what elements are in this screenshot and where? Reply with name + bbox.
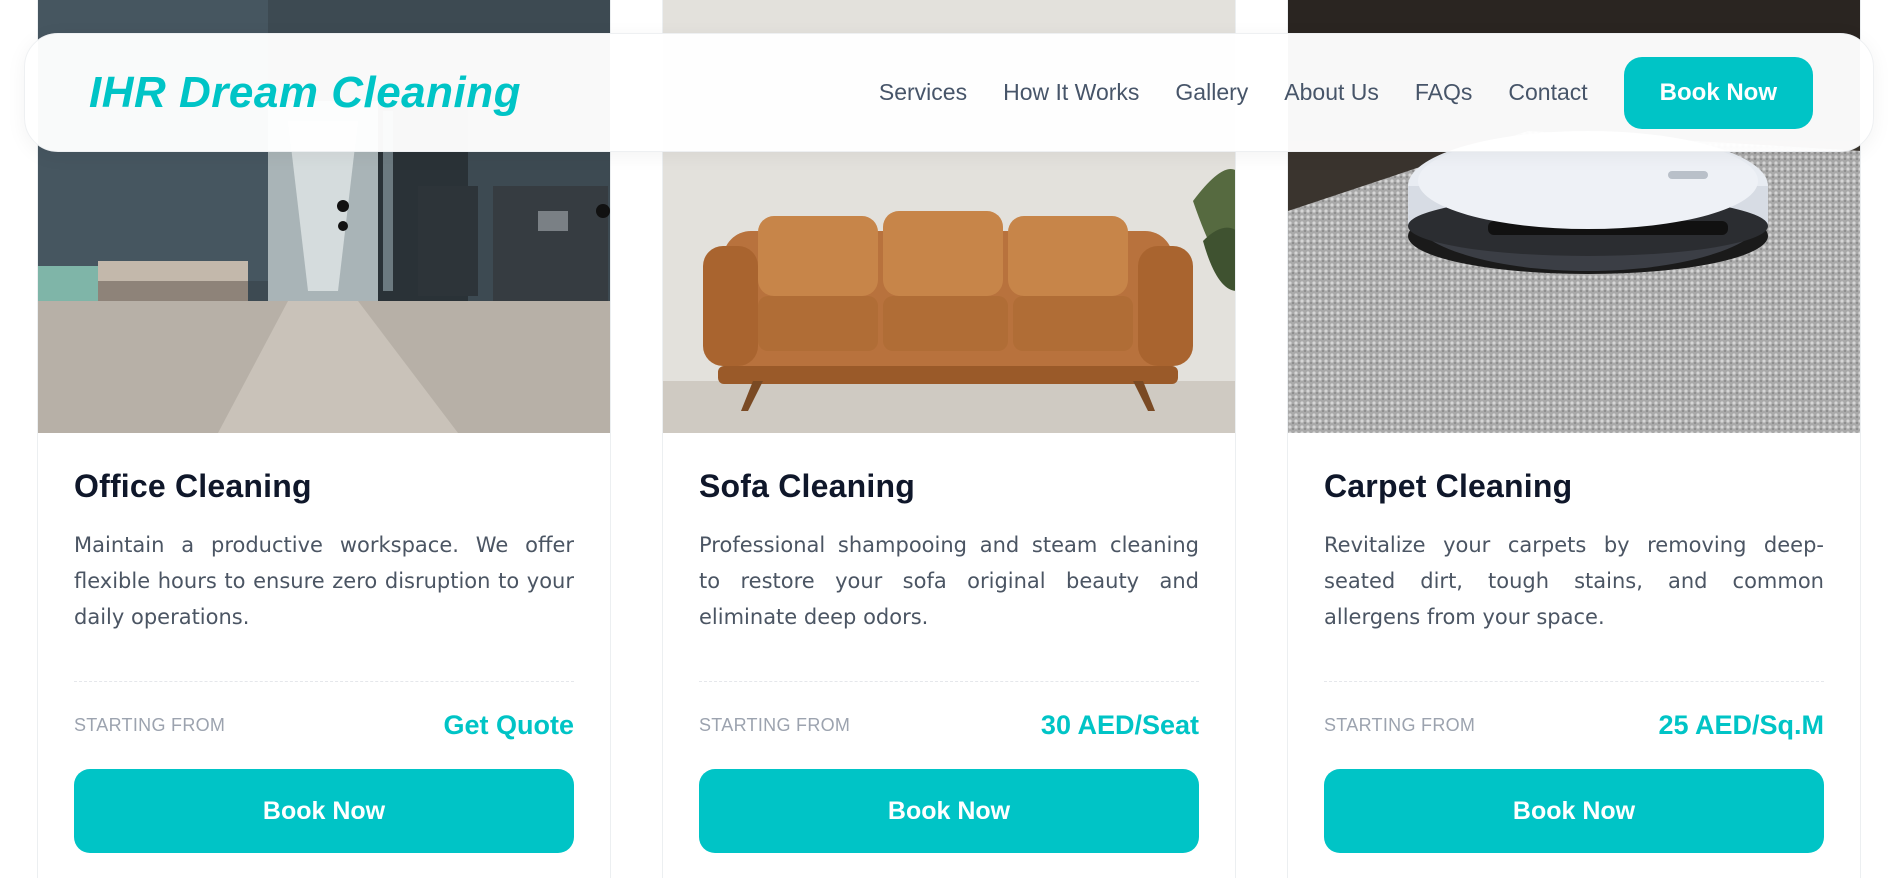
price-value: 30 AED/Seat xyxy=(1040,710,1199,740)
price-label: STARTING FROM xyxy=(74,715,226,735)
nav-link-faqs[interactable]: FAQs xyxy=(1415,79,1473,106)
price-label: STARTING FROM xyxy=(1324,715,1476,735)
price-row: STARTING FROM 30 AED/Seat xyxy=(699,710,1199,741)
divider xyxy=(74,681,574,682)
card-description: Professional shampooing and steam cleani… xyxy=(699,533,1199,629)
nav-link-contact[interactable]: Contact xyxy=(1508,79,1587,106)
header-book-now-button[interactable]: Book Now xyxy=(1623,56,1813,129)
book-now-button[interactable]: Book Now xyxy=(74,769,574,853)
price-row: STARTING FROM 25 AED/Sq.M xyxy=(1324,710,1824,741)
site-header: IHR Dream Cleaning Services How It Works… xyxy=(24,33,1874,152)
divider xyxy=(699,681,1199,682)
main-nav: Services How It Works Gallery About Us F… xyxy=(879,56,1813,129)
nav-link-how-it-works[interactable]: How It Works xyxy=(1003,79,1139,106)
book-now-button[interactable]: Book Now xyxy=(699,769,1199,853)
card-description: Maintain a productive workspace. We offe… xyxy=(74,533,574,629)
card-title: Carpet Cleaning xyxy=(1324,468,1573,504)
book-now-button[interactable]: Book Now xyxy=(1324,769,1824,853)
price-row: STARTING FROM Get Quote xyxy=(74,710,574,741)
divider xyxy=(1324,681,1824,682)
price-value: Get Quote xyxy=(443,710,574,740)
nav-link-about-us[interactable]: About Us xyxy=(1284,79,1379,106)
nav-link-services[interactable]: Services xyxy=(879,79,967,106)
card-title: Office Cleaning xyxy=(74,468,312,504)
price-label: STARTING FROM xyxy=(699,715,851,735)
nav-link-gallery[interactable]: Gallery xyxy=(1175,79,1248,106)
card-description: Revitalize your carpets by removing deep… xyxy=(1324,533,1824,629)
site-logo[interactable]: IHR Dream Cleaning xyxy=(89,68,521,118)
price-value: 25 AED/Sq.M xyxy=(1658,710,1824,740)
card-title: Sofa Cleaning xyxy=(699,468,915,504)
